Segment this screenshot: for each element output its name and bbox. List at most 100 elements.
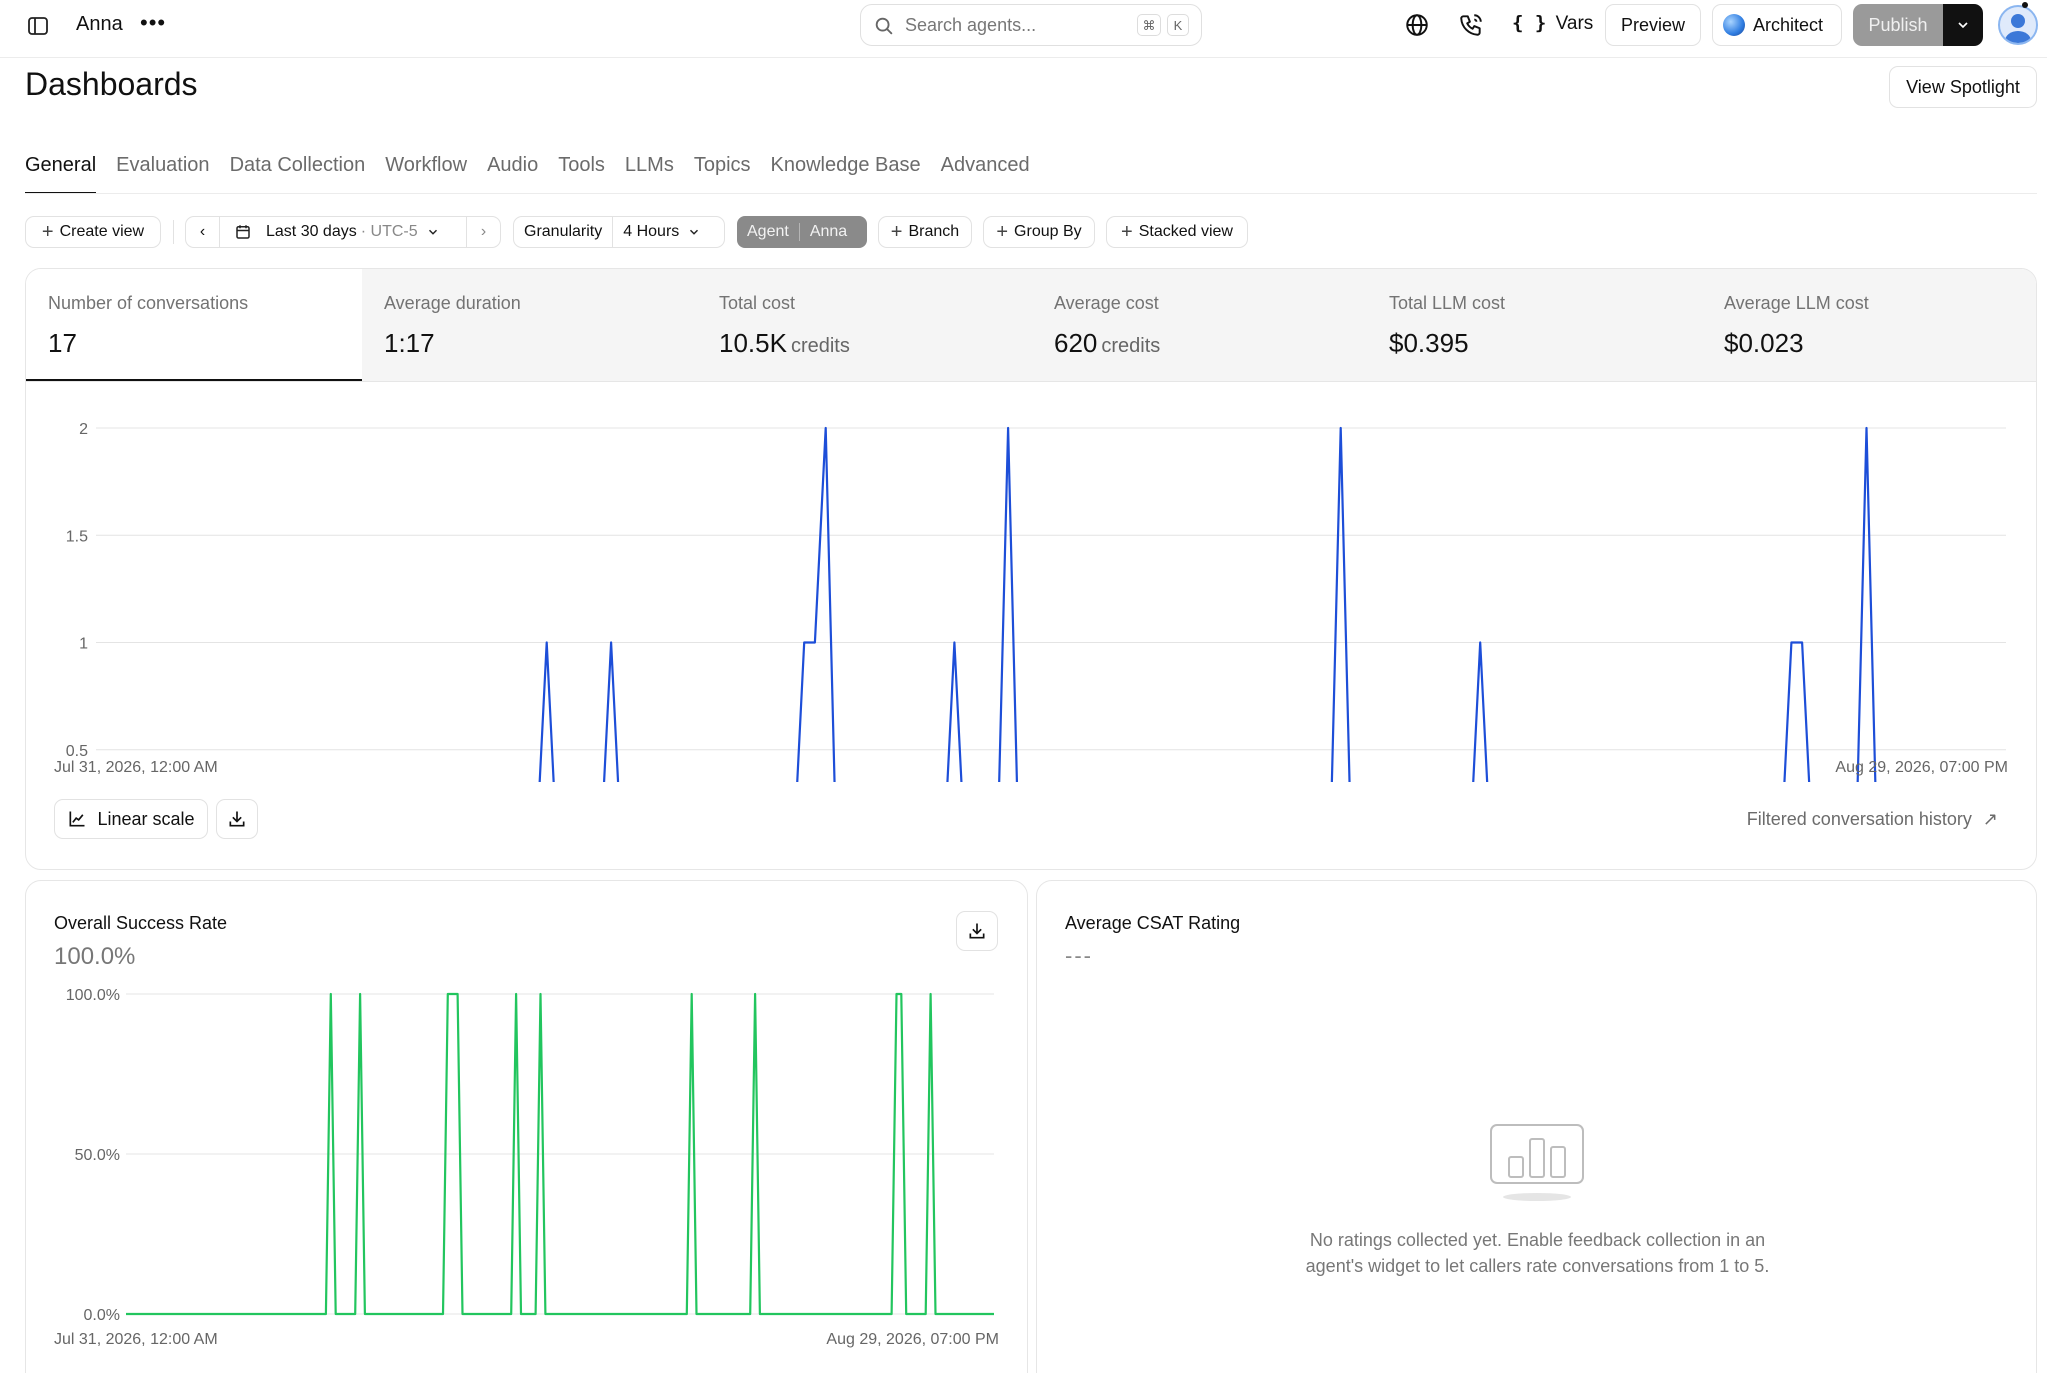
shortcut-k-key: K — [1167, 14, 1189, 36]
view-spotlight-label: View Spotlight — [1906, 76, 2020, 97]
more-options-icon[interactable]: ••• — [140, 10, 166, 36]
chart-start-label: Jul 31, 2026, 12:00 AM — [54, 1331, 218, 1348]
calendar-icon — [234, 223, 252, 241]
publish-label: Publish — [1868, 14, 1928, 35]
metric-label: Average cost — [1054, 293, 1159, 313]
tab-general[interactable]: General — [25, 150, 97, 194]
tab-data-collection[interactable]: Data Collection — [230, 150, 366, 194]
preview-label: Preview — [1620, 14, 1686, 35]
agent-filter-value: Anna — [809, 223, 848, 240]
plus-icon: + — [41, 220, 54, 243]
metric-label: Number of conversations — [48, 293, 249, 313]
branch-button[interactable]: + Branch — [878, 216, 972, 248]
plus-icon: + — [890, 220, 903, 243]
chevron-down-icon — [687, 225, 701, 239]
granularity-value: 4 Hours — [623, 223, 680, 240]
arrow-up-right-icon: ↗ — [1982, 809, 1998, 829]
tab-knowledge-base[interactable]: Knowledge Base — [771, 150, 921, 194]
csat-value: --- — [1065, 943, 1093, 968]
download-icon — [969, 923, 985, 939]
top-bar: Anna ••• Search agents... ⌘ K { } Vars P… — [0, 0, 2047, 58]
globe-icon[interactable] — [1404, 12, 1430, 43]
agent-filter-label: Agent — [737, 223, 800, 241]
tab-audio[interactable]: Audio — [487, 150, 538, 194]
tab-advanced[interactable]: Advanced — [941, 150, 1030, 194]
metric-value: $0.395 — [1389, 328, 1469, 358]
metric-label: Total cost — [719, 293, 796, 313]
sidebar-toggle-icon[interactable] — [26, 14, 50, 38]
tab-tools[interactable]: Tools — [558, 150, 605, 194]
notification-dot — [2022, 2, 2028, 8]
y-tick-label: 50.0% — [75, 1147, 120, 1164]
group-by-button[interactable]: + Group By — [983, 216, 1095, 248]
success-rate-value: 100.0% — [54, 943, 136, 970]
y-tick-label: 0.5 — [66, 743, 88, 760]
download-button[interactable] — [956, 911, 998, 951]
metric-value: 1:17 — [384, 328, 435, 358]
metric-value: 10.5K — [719, 328, 787, 358]
metric-label: Average duration — [384, 293, 521, 313]
metric-value: $0.023 — [1724, 328, 1804, 358]
tab-workflow[interactable]: Workflow — [385, 150, 467, 194]
tab-evaluation[interactable]: Evaluation — [116, 150, 209, 194]
publish-dropdown-button[interactable] — [1943, 4, 1983, 46]
tabs-divider — [25, 193, 2037, 194]
publish-button[interactable]: Publish — [1853, 4, 1943, 46]
stacked-view-label: Stacked view — [1138, 223, 1233, 240]
plus-icon: + — [1121, 220, 1133, 243]
granularity-select[interactable]: Granularity 4 Hours — [513, 216, 725, 248]
csat-empty-line: agent's widget to let callers rate conve… — [1305, 1256, 1770, 1276]
metric-unit: credits — [1101, 335, 1161, 357]
line-chart-icon — [69, 811, 85, 827]
phone-call-icon[interactable] — [1458, 12, 1484, 43]
metric-tab[interactable]: Average cost 620 credits — [1032, 269, 1367, 381]
chevron-down-icon — [426, 225, 440, 239]
chevron-down-icon — [1958, 22, 1968, 29]
tab-bar: General Evaluation Data Collection Workf… — [25, 150, 1030, 194]
success-rate-title: Overall Success Rate — [54, 913, 228, 933]
download-icon — [229, 811, 245, 827]
tab-topics[interactable]: Topics — [694, 150, 751, 194]
linear-scale-button[interactable]: Linear scale — [54, 799, 208, 839]
chart-start-label: Jul 31, 2026, 12:00 AM — [54, 759, 218, 776]
vars-button[interactable]: { } Vars — [1512, 12, 1593, 35]
filter-divider — [173, 220, 174, 244]
agent-name: Anna — [76, 13, 123, 35]
success-rate-card: Overall Success Rate 100.0% 0.0% 50.0% 100… — [25, 880, 1028, 1373]
filtered-history-link[interactable]: Filtered conversation history ↗ — [1747, 809, 1998, 830]
date-range-picker[interactable]: ‹ Last 30 days · UTC-5 › — [185, 216, 501, 248]
y-tick-label: 1 — [79, 636, 88, 653]
search-placeholder: Search agents... — [905, 15, 1037, 35]
series-line — [538, 426, 1877, 782]
metric-tab[interactable]: Number of conversations 17 — [26, 269, 362, 381]
y-tick-label: 0.0% — [84, 1307, 120, 1321]
create-view-button[interactable]: + Create view — [25, 216, 161, 248]
architect-button[interactable]: Architect — [1712, 4, 1842, 46]
tab-llms[interactable]: LLMs — [625, 150, 674, 194]
y-tick-label: 2 — [79, 421, 88, 438]
user-avatar[interactable] — [1998, 5, 2038, 45]
metric-tab[interactable]: Total cost 10.5K credits — [697, 269, 1032, 381]
granularity-label: Granularity — [514, 217, 614, 247]
architect-avatar-icon — [1723, 14, 1745, 36]
view-spotlight-button[interactable]: View Spotlight — [1889, 66, 2037, 108]
next-period-button[interactable]: › — [466, 217, 500, 247]
metric-tab[interactable]: Average LLM cost $0.023 — [1702, 269, 2036, 381]
agent-filter-chip[interactable]: Agent Anna — [737, 216, 867, 248]
prev-period-button[interactable]: ‹ — [186, 217, 220, 247]
plus-icon: + — [996, 220, 1009, 243]
empty-chart-icon — [1490, 1124, 1584, 1201]
csat-empty-line: No ratings collected yet. Enable feedbac… — [1309, 1230, 1766, 1250]
metric-tab[interactable]: Total LLM cost $0.395 — [1367, 269, 1702, 381]
search-input[interactable]: Search agents... ⌘ K — [860, 4, 1202, 46]
metric-tab[interactable]: Average duration 1:17 — [362, 269, 697, 381]
success-rate-chart: 0.0% 50.0% 100.0% — [66, 987, 994, 1321]
filtered-history-label: Filtered conversation history — [1746, 809, 1972, 829]
chart-end-label: Aug 29, 2026, 07:00 PM — [1835, 759, 2008, 776]
search-icon — [875, 17, 893, 35]
csat-title: Average CSAT Rating — [1065, 913, 1241, 933]
csat-empty-message: No ratings collected yet. Enable feedbac… — [1037, 1227, 2036, 1279]
download-button[interactable] — [216, 799, 258, 839]
stacked-view-button[interactable]: + Stacked view — [1106, 216, 1248, 248]
preview-button[interactable]: Preview — [1605, 4, 1701, 46]
